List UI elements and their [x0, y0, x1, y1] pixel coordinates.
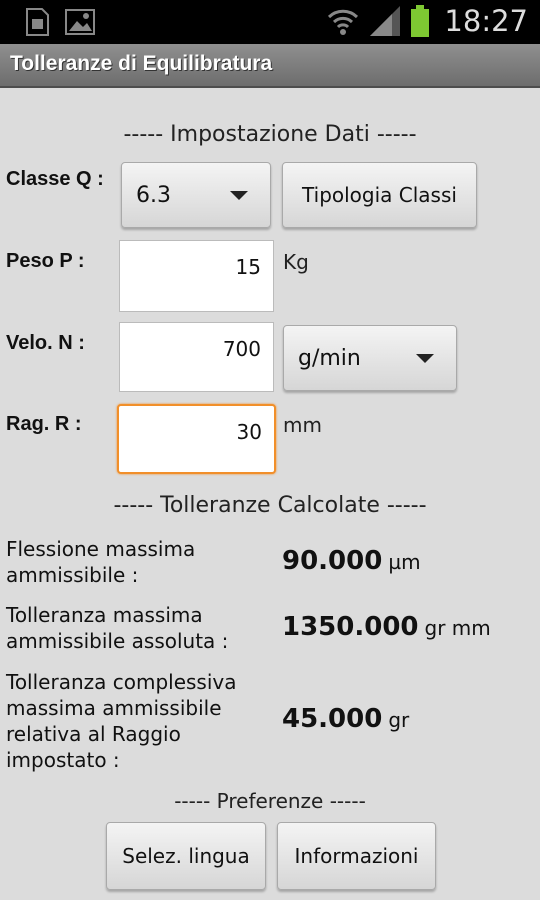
- signal-icon: [370, 6, 401, 36]
- input-section-header: ----- Impostazione Dati -----: [123, 122, 417, 147]
- velo-unit-select[interactable]: g/min: [283, 325, 457, 391]
- result-unit: gr: [388, 708, 410, 732]
- peso-input[interactable]: 15: [119, 240, 274, 312]
- classe-select[interactable]: 6.3: [121, 162, 271, 228]
- result-label-flessione: Flessione massima ammissibile :: [6, 537, 196, 587]
- clock: 18:27: [444, 4, 528, 38]
- language-button[interactable]: Selez. lingua: [106, 822, 266, 890]
- sim-icon: [26, 8, 49, 36]
- raggio-input[interactable]: 30: [117, 404, 276, 474]
- title-bar: Tolleranze di Equilibratura: [0, 44, 540, 88]
- result-number: 1350.000: [282, 612, 419, 642]
- classe-label: Classe Q :: [6, 168, 104, 190]
- peso-unit: Kg: [283, 250, 309, 274]
- tipologia-classi-button[interactable]: Tipologia Classi: [282, 162, 477, 228]
- result-value-relativa: 45.000 gr: [282, 704, 409, 734]
- result-label-assoluta: Tolleranza massima ammissibile assoluta …: [6, 603, 229, 653]
- velo-unit-value: g/min: [298, 345, 361, 371]
- result-number: 45.000: [282, 704, 383, 734]
- classe-value: 6.3: [136, 182, 171, 208]
- peso-label: Peso P :: [6, 250, 85, 272]
- app-title: Tolleranze di Equilibratura: [10, 52, 273, 75]
- status-bar: 18:27: [0, 0, 540, 44]
- chevron-down-icon: [416, 354, 434, 363]
- velo-label: Velo. N :: [6, 332, 85, 354]
- raggio-label: Rag. R :: [6, 413, 82, 435]
- info-button[interactable]: Informazioni: [277, 822, 436, 890]
- result-value-flessione: 90.000 µm: [282, 546, 421, 576]
- raggio-unit: mm: [283, 413, 322, 437]
- results-section-header: ----- Tolleranze Calcolate -----: [113, 493, 427, 518]
- result-value-assoluta: 1350.000 gr mm: [282, 612, 491, 642]
- result-number: 90.000: [282, 546, 383, 576]
- chevron-down-icon: [230, 191, 248, 200]
- preferences-header: ----- Preferenze -----: [174, 789, 366, 813]
- velo-input[interactable]: 700: [119, 322, 274, 392]
- result-unit: µm: [388, 550, 421, 574]
- wifi-icon: [328, 9, 359, 35]
- battery-icon: [411, 5, 430, 37]
- result-unit: gr mm: [424, 616, 491, 640]
- image-icon: [65, 9, 95, 35]
- result-label-relativa: Tolleranza complessiva massima ammissibi…: [6, 670, 237, 772]
